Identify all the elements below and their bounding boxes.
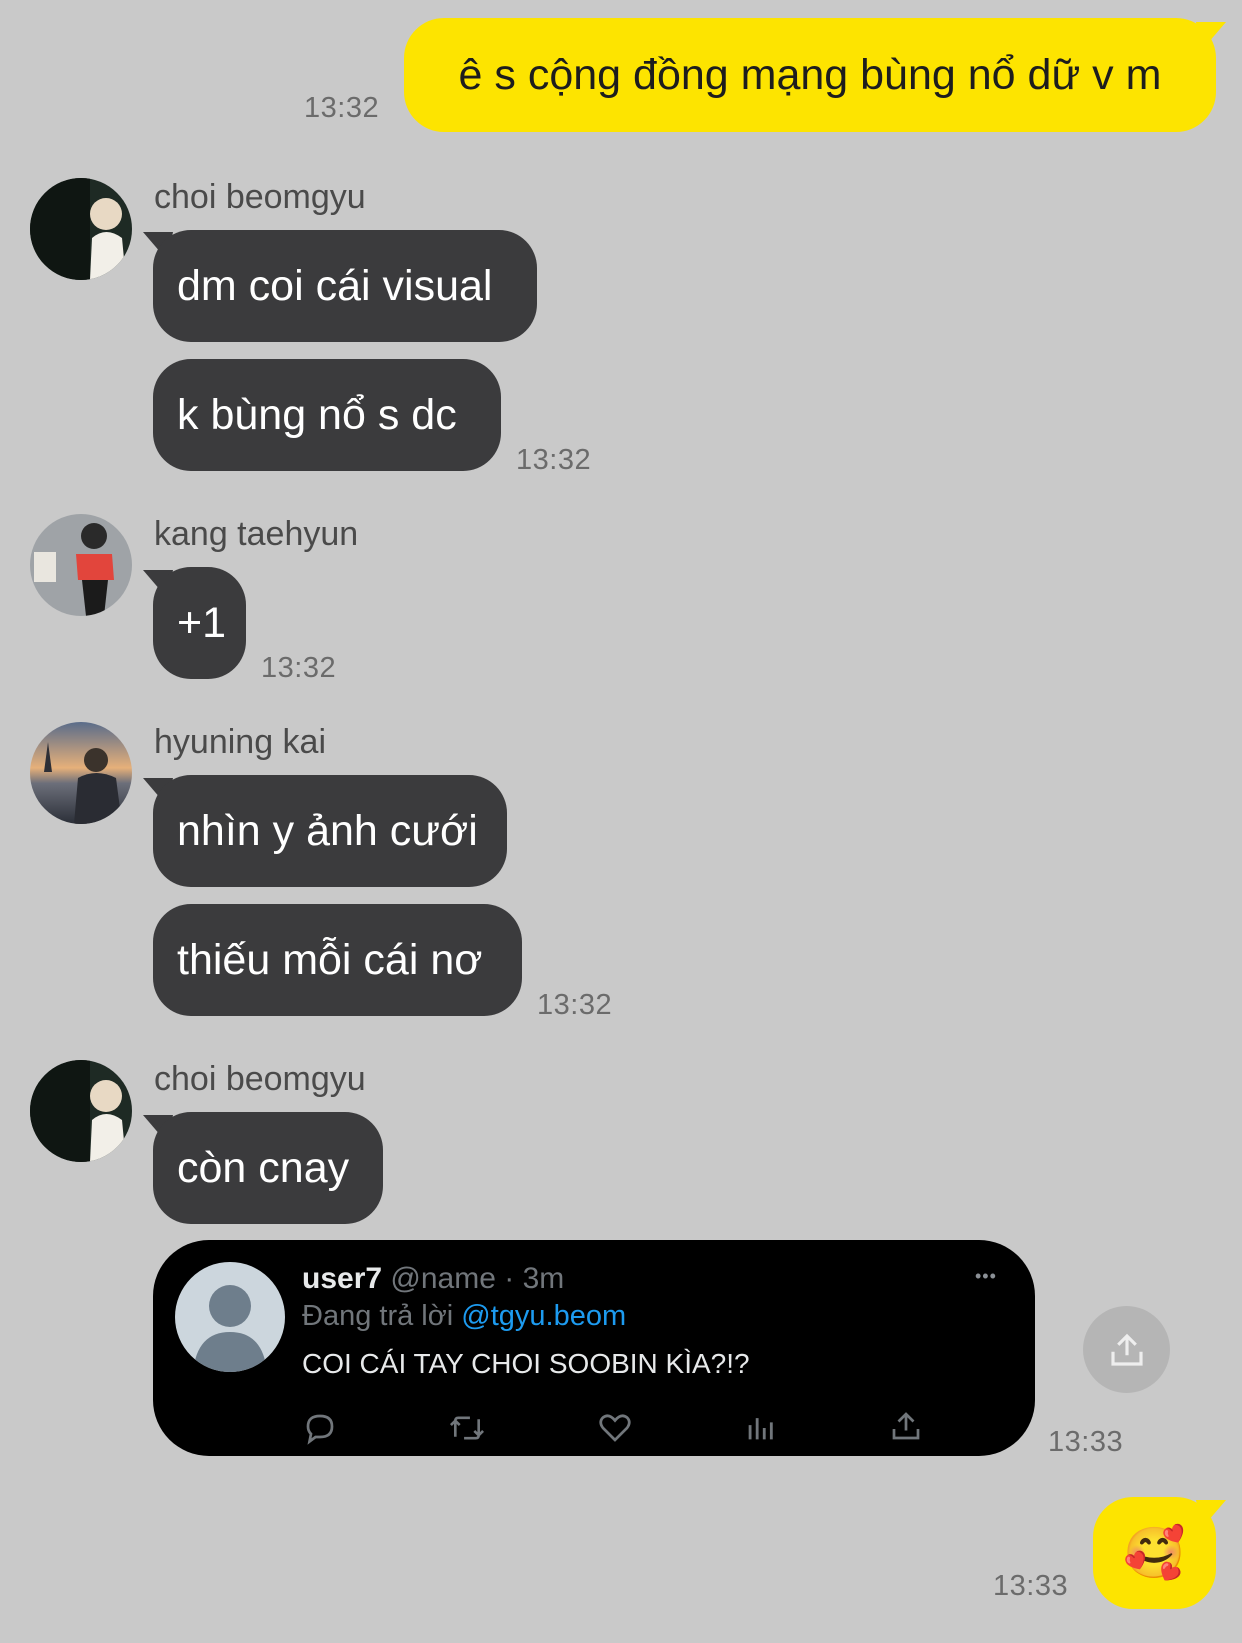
incoming-bubble[interactable]: thiếu mỗi cái nơ — [153, 904, 522, 1016]
sender-name: kang taehyun — [154, 515, 359, 553]
incoming-bubble[interactable]: +1 — [153, 567, 246, 679]
retweet-icon[interactable] — [448, 1410, 486, 1446]
message-text: +1 — [177, 598, 227, 647]
message-text: k bùng nổ s dc — [177, 390, 457, 439]
tweet-more-icon[interactable]: ••• — [975, 1266, 997, 1287]
timestamp: 13:32 — [537, 989, 613, 1021]
default-avatar-icon — [175, 1262, 285, 1372]
like-icon[interactable] — [597, 1410, 633, 1446]
avatar[interactable] — [30, 178, 132, 280]
replying-to-link[interactable]: @tgyu.beom — [461, 1300, 626, 1332]
message-text: ê s cộng đồng mạng bùng nổ dữ v m — [458, 50, 1162, 99]
tweet-card[interactable]: user7 @name · 3m ••• Đang trả lời @tgyu.… — [153, 1240, 1035, 1456]
message-text: nhìn y ảnh cưới — [177, 806, 478, 855]
message-text: dm coi cái visual — [177, 261, 493, 310]
incoming-bubble[interactable]: dm coi cái visual — [153, 230, 537, 342]
timestamp: 13:32 — [304, 92, 380, 124]
reply-icon[interactable] — [302, 1410, 338, 1446]
timestamp: 13:32 — [261, 652, 337, 684]
avatar[interactable] — [30, 514, 132, 616]
message-text: còn cnay — [177, 1143, 350, 1192]
analytics-icon[interactable] — [743, 1410, 777, 1446]
tweet-username[interactable]: user7 — [302, 1262, 382, 1295]
outgoing-bubble[interactable]: ê s cộng đồng mạng bùng nổ dữ v m — [404, 18, 1216, 132]
incoming-bubble[interactable]: k bùng nổ s dc — [153, 359, 501, 471]
timestamp: 13:32 — [516, 444, 592, 476]
bubble-tail — [1196, 1500, 1226, 1528]
tweet-text: COI CÁI TAY CHOI SOOBIN KÌA?!? — [302, 1348, 750, 1379]
tweet-reply-line: Đang trả lời @tgyu.beom — [302, 1300, 626, 1333]
incoming-bubble[interactable]: nhìn y ảnh cưới — [153, 775, 507, 887]
emoji: 🥰 — [1123, 1524, 1186, 1581]
share-icon[interactable] — [888, 1408, 924, 1444]
bubble-tail — [1196, 22, 1226, 50]
share-upload-icon — [1110, 1333, 1143, 1366]
avatar[interactable] — [30, 722, 132, 824]
message-text: thiếu mỗi cái nơ — [177, 935, 483, 984]
tweet-header: user7 @name · 3m — [302, 1262, 564, 1296]
timestamp: 13:33 — [993, 1570, 1069, 1602]
tweet-handle: @name · 3m — [390, 1262, 565, 1295]
timestamp: 13:33 — [1048, 1426, 1124, 1458]
replying-prefix: Đang trả lời — [302, 1300, 454, 1332]
avatar[interactable] — [30, 1060, 132, 1162]
sender-name: choi beomgyu — [154, 1060, 366, 1098]
sender-name: choi beomgyu — [154, 178, 366, 216]
share-button[interactable] — [1083, 1306, 1170, 1393]
incoming-bubble[interactable]: còn cnay — [153, 1112, 383, 1224]
sender-name: hyuning kai — [154, 723, 327, 761]
